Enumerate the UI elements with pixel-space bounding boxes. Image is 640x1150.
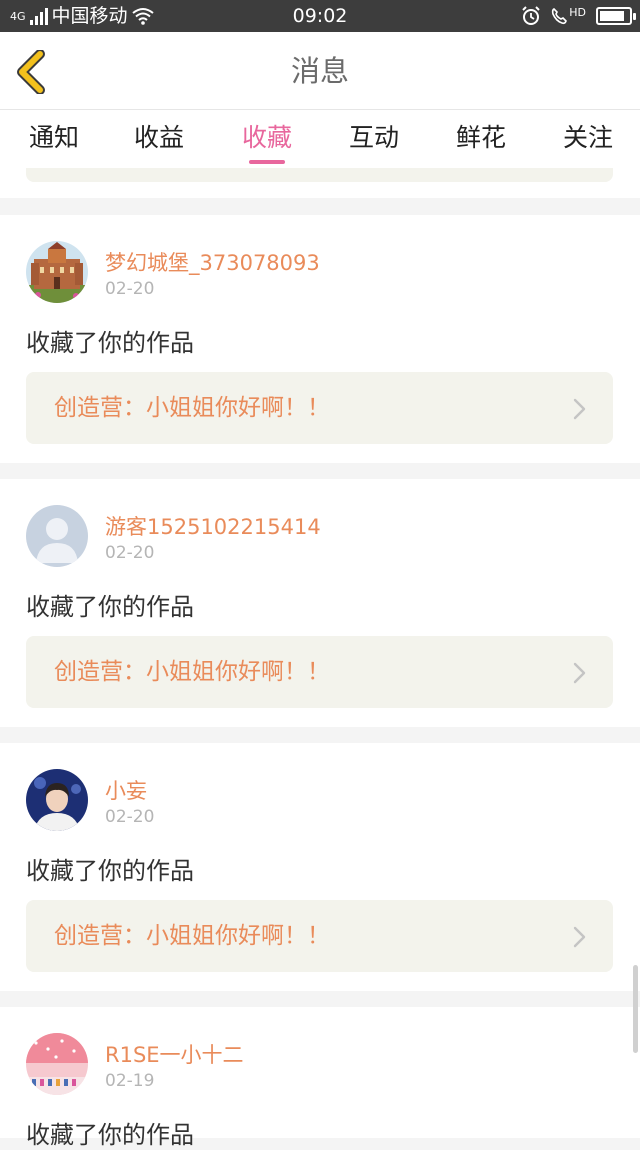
tab-notice[interactable]: 通知 — [0, 110, 108, 168]
work-link[interactable]: 创造营：小姐姐你好啊！！ — [26, 372, 613, 444]
scrollbar[interactable] — [633, 965, 638, 1053]
username[interactable]: R1SE一小十二 — [105, 1039, 244, 1069]
nav-bar: 消息 — [0, 32, 640, 110]
username[interactable]: 小妄 — [105, 775, 147, 805]
person-avatar-image — [26, 769, 88, 831]
username[interactable]: 游客1525102215414 — [105, 511, 321, 541]
chevron-right-icon — [573, 398, 586, 420]
list-item: 小妄 02-20 收藏了你的作品 创造营：小姐姐你好啊！！ — [0, 743, 640, 991]
hd-call-indicator: HD — [551, 7, 586, 25]
list-item: 游客1525102215414 02-20 收藏了你的作品 创造营：小姐姐你好啊… — [0, 479, 640, 727]
avatar[interactable] — [26, 1033, 88, 1095]
avatar[interactable] — [26, 241, 88, 303]
tab-flowers[interactable]: 鲜花 — [427, 110, 535, 168]
tab-earnings[interactable]: 收益 — [105, 110, 213, 168]
timestamp: 02-20 — [105, 279, 155, 299]
status-bar: 4G 中国移动 09:02 HD — [0, 0, 640, 32]
tab-interaction[interactable]: 互动 — [320, 110, 428, 168]
status-right: HD — [521, 0, 636, 32]
list-item: R1SE一小十二 02-19 收藏了你的作品 — [0, 1007, 640, 1149]
battery-icon — [596, 7, 636, 25]
chevron-right-icon — [573, 926, 586, 948]
battery-level — [600, 11, 624, 21]
hd-label: HD — [569, 5, 586, 19]
active-tab-indicator — [249, 160, 285, 164]
action-text: 收藏了你的作品 — [26, 857, 194, 885]
timestamp: 02-19 — [105, 1071, 155, 1091]
action-text: 收藏了你的作品 — [26, 593, 194, 621]
phone-icon — [552, 8, 568, 25]
timestamp: 02-20 — [105, 543, 155, 563]
pink-avatar-image — [26, 1033, 88, 1095]
default-avatar-image — [26, 505, 88, 567]
list-item: 梦幻城堡_373078093 02-20 收藏了你的作品 创造营：小姐姐你好啊！… — [0, 215, 640, 463]
work-title: 创造营：小姐姐你好啊！！ — [54, 923, 330, 949]
message-tabs: 通知 收益 收藏 互动 鲜花 关注 — [0, 110, 640, 168]
work-link-partial[interactable] — [26, 168, 613, 182]
castle-avatar-image — [26, 241, 88, 303]
timestamp: 02-20 — [105, 807, 155, 827]
page-title: 消息 — [290, 54, 349, 88]
work-link[interactable]: 创造营：小姐姐你好啊！！ — [26, 636, 613, 708]
tab-follows[interactable]: 关注 — [534, 110, 640, 168]
avatar[interactable] — [26, 769, 88, 831]
alarm-icon — [522, 6, 540, 25]
list-item-partial — [0, 168, 640, 198]
work-link[interactable]: 创造营：小姐姐你好啊！！ — [26, 900, 613, 972]
chevron-right-icon — [573, 662, 586, 684]
username[interactable]: 梦幻城堡_373078093 — [105, 247, 320, 277]
work-title: 创造营：小姐姐你好啊！！ — [54, 395, 330, 421]
action-text: 收藏了你的作品 — [26, 329, 194, 357]
action-text: 收藏了你的作品 — [26, 1121, 194, 1149]
work-title: 创造营：小姐姐你好啊！！ — [54, 659, 330, 685]
avatar[interactable] — [26, 505, 88, 567]
